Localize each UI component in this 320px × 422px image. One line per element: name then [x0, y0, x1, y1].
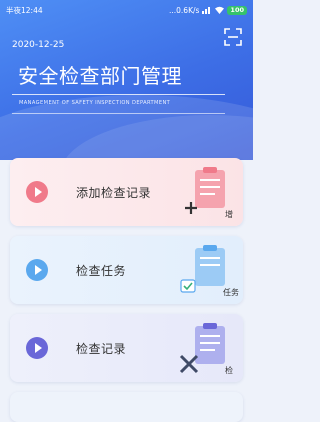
status-bar: 半夜12:44 ...0.6K/s 100: [0, 0, 253, 20]
play-icon: [26, 337, 48, 359]
page-title: 安全检查部门管理: [18, 64, 182, 88]
card-label: 检查记录: [76, 341, 127, 356]
network-speed: ...0.6K/s: [168, 5, 200, 15]
play-icon: [26, 181, 48, 203]
scan-icon[interactable]: [224, 28, 242, 46]
inspection-task-card[interactable]: 检查任务 任务: [10, 236, 243, 304]
header-banner: 2020-12-25 安全检查部门管理 MANAGEMENT OF SAFETY…: [0, 0, 253, 160]
subtitle-divider: [12, 113, 225, 114]
add-badge-label: 增: [225, 210, 233, 219]
record-badge-label: 检: [225, 366, 233, 375]
card-label: 检查任务: [76, 263, 127, 278]
signal-icon: [202, 7, 211, 14]
play-icon: [26, 259, 48, 281]
title-divider: [12, 94, 225, 95]
partial-menu-card[interactable]: [10, 392, 243, 422]
page-subtitle: MANAGEMENT OF SAFETY INSPECTION DEPARTME…: [19, 100, 171, 106]
current-date: 2020-12-25: [12, 40, 65, 50]
task-badge-label: 任务: [223, 288, 239, 297]
card-label: 添加检查记录: [76, 185, 152, 200]
battery-indicator: 100: [227, 5, 247, 15]
inspection-record-card[interactable]: 检查记录 检: [10, 314, 243, 382]
wifi-icon: [215, 6, 225, 14]
status-time: 半夜12:44: [6, 5, 43, 15]
add-inspection-record-card[interactable]: 添加检查记录 增: [10, 158, 243, 226]
